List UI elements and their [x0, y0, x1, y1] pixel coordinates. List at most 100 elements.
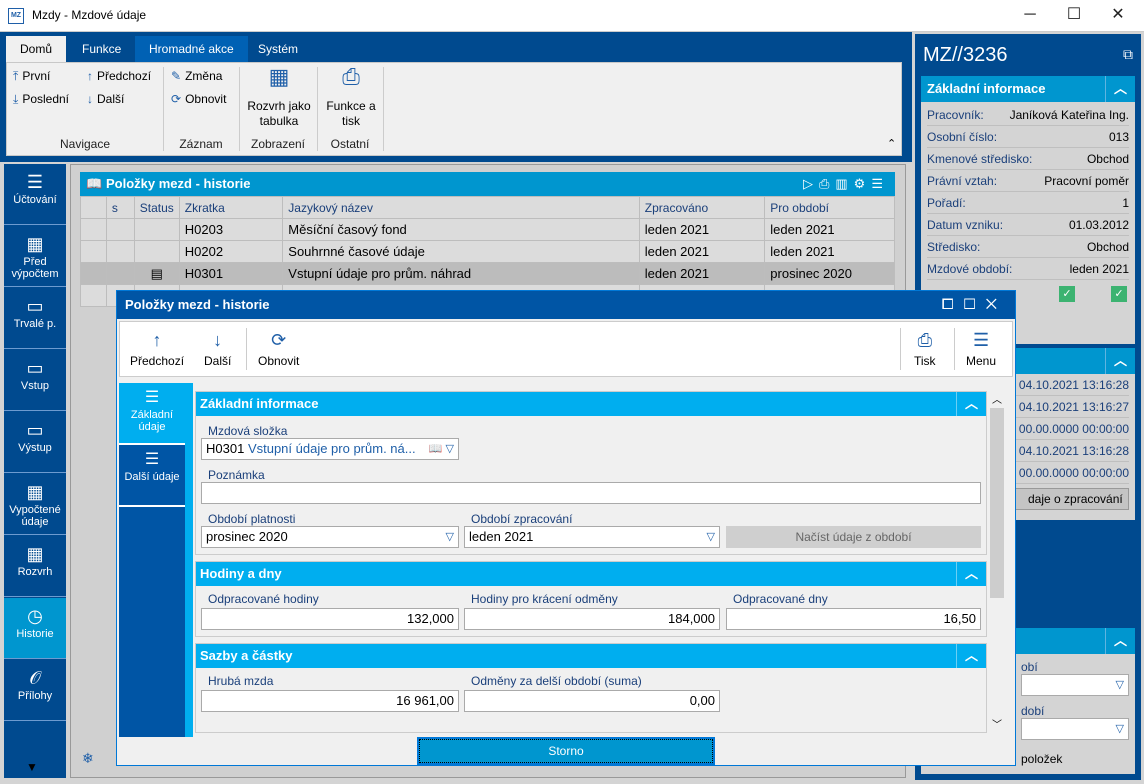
sidebar-item[interactable]: ▦ Před výpočtem — [4, 226, 66, 287]
sidebar-item[interactable]: ▭ Trvalé p. — [4, 288, 66, 349]
column-header[interactable]: Jazykový název — [282, 196, 640, 219]
period-select[interactable]: ▽ — [1021, 674, 1129, 696]
chevron-up-icon[interactable]: ︿ — [1105, 76, 1135, 102]
sidebar-item[interactable]: ◷ Historie — [4, 598, 66, 659]
book-dropdown-icon[interactable]: 📖 ▽ — [429, 439, 454, 459]
refresh-button[interactable]: ⟳ Obnovit — [171, 92, 226, 106]
arrow-bottom-icon: ⤓ — [13, 92, 19, 106]
table-cell: leden 2021 — [638, 218, 766, 241]
sidebar-item[interactable]: ☰ Účtování — [4, 164, 66, 225]
reduction-hours-input[interactable]: 184,000 — [464, 608, 720, 630]
sidebar-item[interactable]: ▭ Výstup — [4, 412, 66, 473]
history-dialog: Položky mezd - historie ⧠☐✕ ↑ Předchozí ↓… — [116, 290, 1016, 766]
column-header[interactable]: s — [105, 196, 135, 219]
processing-period-select[interactable]: leden 2021 ▽ — [464, 526, 720, 548]
sidebar-item[interactable]: 𝒪 Přílohy — [4, 660, 66, 721]
first-button[interactable]: ⤒ První — [13, 69, 50, 84]
validity-period-select[interactable]: prosinec 2020 ▽ — [201, 526, 459, 548]
arrow-top-icon: ⤒ — [13, 69, 19, 83]
period-select[interactable]: ▽ — [1021, 718, 1129, 740]
bonus-input[interactable]: 0,00 — [464, 690, 720, 712]
next-button[interactable]: ↓ Další — [87, 92, 124, 106]
section-rates: Sazby a částky ︿ Hrubá mzda 16 961,00 Odm… — [195, 643, 987, 733]
doc-icon: ▤ — [150, 265, 163, 281]
table-cell — [133, 240, 180, 263]
group-label-ostatni: Ostatní — [330, 137, 370, 151]
load-period-button[interactable]: Načíst údaje z období — [726, 526, 981, 548]
popout-icon[interactable]: ⧉ — [1123, 46, 1133, 63]
chevron-up-icon[interactable]: ︿ — [956, 644, 986, 668]
note-input[interactable] — [201, 482, 981, 504]
sidebar-item[interactable]: ▦ Vypočtené údaje — [4, 474, 66, 535]
title-bar: MZ Mzdy - Mzdové údaje ─ ☐ ✕ — [0, 0, 1144, 32]
table-cell — [105, 218, 135, 241]
gross-wage-input[interactable]: 16 961,00 — [201, 690, 459, 712]
table-row[interactable]: H0203 Měsíční časový fond leden 2021 leden … — [80, 218, 895, 241]
column-header[interactable]: Pro období — [764, 196, 895, 219]
cancel-button[interactable]: Storno — [417, 737, 715, 765]
refresh-icon: ⟳ — [171, 92, 182, 106]
scroll-down-icon[interactable]: ▼ — [26, 760, 38, 774]
scroll-up-icon[interactable]: ︿ — [989, 391, 1005, 406]
tab-funkce[interactable]: Funkce — [68, 36, 135, 62]
dialog-print-button[interactable]: ⎙ Tisk — [914, 330, 936, 368]
dialog-next-button[interactable]: ↓ Další — [204, 330, 231, 368]
app-logo: MZ — [8, 8, 24, 24]
check-icon: ✓ — [1059, 286, 1075, 302]
dialog-prev-button[interactable]: ↑ Předchozí — [130, 330, 184, 368]
side-accent — [185, 383, 193, 737]
divider — [900, 328, 901, 370]
print-functions-button[interactable]: ⎙ Funkce a tisk — [321, 66, 381, 129]
scrollbar-thumb[interactable] — [990, 408, 1004, 598]
table-row[interactable]: ▤ H0301 Vstupní údaje pro prům. náhrad lede… — [80, 262, 895, 285]
record-id: MZ//3236 — [923, 44, 1008, 66]
close-button[interactable]: ✕ — [1098, 4, 1138, 26]
edit-button[interactable]: ✎ Změna — [171, 69, 222, 83]
dialog-refresh-button[interactable]: ⟳ Obnovit — [258, 330, 299, 368]
grid-toolbar-icons[interactable]: ▷⎙▥⚙☰ — [803, 172, 889, 196]
ribbon: Domů Funkce Hromadné akce Systém ⤒ První … — [0, 32, 912, 162]
tab-hromadne-akce[interactable]: Hromadné akce — [135, 36, 248, 62]
scroll-down-icon[interactable]: ﹀ — [989, 716, 1005, 731]
worked-hours-input[interactable]: 132,000 — [201, 608, 459, 630]
prev-button[interactable]: ↑ Předchozí — [87, 69, 151, 83]
dialog-menu-button[interactable]: ☰ Menu — [966, 330, 996, 368]
info-row: Osobní číslo: 013 — [927, 126, 1129, 148]
clock-icon: ◷ — [27, 606, 43, 626]
chevron-up-icon[interactable]: ︿ — [956, 562, 986, 586]
column-header[interactable] — [80, 196, 107, 219]
tab-domu[interactable]: Domů — [6, 36, 67, 62]
field-label: Hrubá mzda — [208, 674, 274, 688]
divider — [383, 67, 384, 151]
dialog-scrollbar[interactable]: ︿ ﹀ — [989, 391, 1005, 731]
table-cell: Souhrnné časové údaje — [282, 240, 640, 263]
table-cell — [105, 240, 135, 263]
side-tab-more[interactable]: ☰ Další údaje — [119, 445, 185, 507]
arrow-up-icon: ↑ — [152, 330, 162, 350]
column-header[interactable]: Zpracováno — [638, 196, 766, 219]
schedule-table-button[interactable]: ▦ Rozvrh jako tabulka — [243, 66, 315, 129]
snowflake-icon[interactable]: ❄ — [82, 750, 94, 767]
worked-days-input[interactable]: 16,50 — [726, 608, 981, 630]
sidebar-item[interactable]: ▦ Rozvrh — [4, 536, 66, 597]
dialog-window-buttons[interactable]: ⧠☐✕ — [942, 291, 1007, 319]
side-tab-basic[interactable]: ☰ Základní údaje — [119, 383, 185, 445]
collapse-ribbon-icon[interactable]: ⌃ — [887, 137, 896, 150]
grid-header-row: s Status Zkratka Jazykový název Zpracováno Pr… — [80, 196, 895, 219]
column-header[interactable]: Zkratka — [178, 196, 284, 219]
sidebar-item[interactable]: ▭ Vstup — [4, 350, 66, 411]
column-header[interactable]: Status — [133, 196, 180, 219]
minimize-button[interactable]: ─ — [1010, 4, 1050, 26]
chevron-up-icon[interactable]: ︿ — [956, 392, 986, 416]
maximize-button[interactable]: ☐ — [1054, 4, 1094, 26]
tab-system[interactable]: Systém — [244, 36, 312, 62]
component-field[interactable]: H0301 Vstupní údaje pro prům. ná... 📖 ▽ — [201, 438, 459, 460]
table-row[interactable]: H0202 Souhrnné časové údaje leden 2021 lede… — [80, 240, 895, 263]
chevron-up-icon[interactable]: ︿ — [1105, 628, 1135, 654]
section-hours: Hodiny a dny ︿ Odpracované hodiny 132,000… — [195, 561, 987, 637]
table-cell: H0301 — [178, 262, 284, 285]
chevron-up-icon[interactable]: ︿ — [1105, 348, 1135, 374]
last-button[interactable]: ⤓ Poslední — [13, 92, 69, 107]
table-cell — [80, 240, 107, 263]
group-label-zaznam: Záznam — [179, 137, 223, 151]
